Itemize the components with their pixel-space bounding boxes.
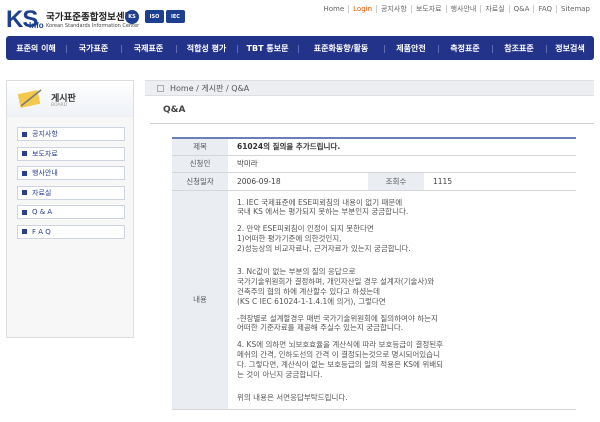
top-link-notice[interactable]: 공지사항 (376, 5, 411, 13)
content-line: 국내 KS 에서는 평가되지 못하는 부분인지 궁금합니다. (237, 207, 409, 217)
post-content: 1. IEC 국제표준에 ESE피뢰침의 내용이 없기 때문에 국내 KS 에서… (228, 190, 576, 411)
nav-item-standardization-trends[interactable]: 표준화동향/활동 (298, 43, 384, 54)
square-bullet-icon (22, 190, 27, 195)
top-link-login[interactable]: Login (348, 5, 376, 13)
square-bullet-icon (22, 170, 27, 176)
content-line: 2)성능상의 비교자료나, 근거자료가 있는지 궁금합니다. (237, 243, 411, 253)
top-link-home[interactable]: Home (319, 5, 348, 13)
top-link-sitemap[interactable]: Sitemap (556, 5, 594, 13)
sidebar-subtitle: BOARD (51, 103, 68, 108)
sidebar-item-library[interactable]: 자료실 (17, 185, 125, 200)
author-label: 신청인 (172, 155, 228, 173)
logo-info: Info (29, 21, 44, 30)
breadcrumb-text: Home / 게시판 / Q&A (170, 83, 250, 93)
post-subject: 61024의 질의을 추가드립니다. (228, 137, 576, 156)
nav-item-info-search[interactable]: 정보검색 (546, 43, 594, 54)
subject-label: 제목 (172, 137, 228, 156)
top-link-library[interactable]: 자료실 (480, 5, 508, 13)
page-title: Q&A (163, 105, 186, 115)
post-date: 2006-09-18 (228, 172, 368, 191)
content-line: -현장별로 설계할경우 매번 국가기술위원회에 질의하여야 하는지 (237, 313, 438, 323)
content-line: 다. 그렇다면, 계산식이 없는 보호등급의 일의 적용은 KS에 위배되 (237, 359, 444, 369)
nav-item-conformity-assessment[interactable]: 적합성 평가 (176, 43, 237, 54)
sidebar-item-press[interactable]: 보도자료 (17, 146, 125, 161)
nav-item-international-standards[interactable]: 국제표준 (121, 43, 176, 54)
sidebar-item-events[interactable]: 행사안내 (17, 166, 125, 180)
ks-cert-icon: KS (125, 10, 139, 24)
nav-item-reference-standards[interactable]: 참조표준 (492, 43, 546, 54)
views-label: 조회수 (368, 172, 424, 191)
sidebar-item-label: 보도자료 (32, 149, 58, 158)
nav-item-national-standards[interactable]: 국가표준 (66, 43, 121, 54)
square-bullet-icon (22, 131, 27, 137)
top-link-events[interactable]: 행사안내 (445, 5, 481, 13)
content-line: 어떠한 기준자료를 제공해 주실수 있는지 궁금합니다. (237, 323, 404, 333)
breadcrumb: Home / 게시판 / Q&A (145, 80, 594, 96)
square-bullet-icon (22, 209, 27, 215)
content-line: 위의 내용은 서면응답부탁드립니다. (237, 393, 348, 403)
sidebar-item-label: 공지사항 (32, 130, 58, 138)
iec-cert-icon: IEC (166, 10, 185, 23)
content-line: 3. Nc값이 없는 부분의 질의 응답으로 (237, 267, 356, 277)
content-line: 는 것이 아닌지 궁금합니다. (237, 369, 323, 379)
sidebar: 게시판 BOARD 공지사항 보도자료 행사안내 자료실 Q & A F A Q (6, 80, 134, 338)
sidebar-item-label: 행사안내 (32, 169, 58, 177)
nav-item-tbt-notification[interactable]: TBT 통보문 (237, 43, 298, 54)
nav-item-measurement-standards[interactable]: 측정표준 (438, 43, 492, 54)
top-utility-links: Home Login 공지사항 보도자료 행사안내 자료실 Q&A FAQ Si… (319, 5, 594, 13)
post-author: 박미라 (228, 155, 576, 173)
title-divider (150, 123, 594, 124)
content-line: 4. KS에 의하면 뇌보호효율을 계산식에 따라 보호등급이 결정된후 (237, 340, 444, 350)
nav-item-standards-intro[interactable]: 표준의 이해 (6, 43, 66, 54)
content-line: 1)어떠한 평가기준에 의한것인지, (237, 233, 342, 243)
sidebar-menu: 공지사항 보도자료 행사안내 자료실 Q & A F A Q (17, 127, 125, 244)
content-line: 메쉬의 간격, 인하도선의 간격 이 결정되는것으로 명시되어있습니 (237, 350, 440, 360)
main-navigation: 표준의 이해 국가표준 국제표준 적합성 평가 TBT 통보문 표준화동향/활동… (6, 36, 594, 60)
home-icon (157, 84, 164, 92)
logo-korean-name: 국가표준종합정보센터 (46, 12, 134, 23)
square-bullet-icon (22, 229, 27, 234)
board-deco-icon (17, 89, 42, 108)
content-label: 내용 (172, 190, 228, 411)
iso-cert-icon: ISO (145, 10, 164, 23)
date-label: 신청일자 (172, 172, 228, 191)
sidebar-item-label: F A Q (32, 227, 51, 236)
top-link-press[interactable]: 보도자료 (410, 5, 446, 13)
sidebar-item-label: Q & A (32, 208, 53, 216)
post-views: 1115 (424, 172, 576, 191)
sidebar-item-notice[interactable]: 공지사항 (17, 127, 125, 141)
post-detail-table: 제목 61024의 질의을 추가드립니다. 신청인 박미라 신청일자 2006-… (172, 137, 576, 411)
logo-english-name: Korean Standards Information Center (46, 23, 140, 29)
sidebar-item-label: 자료실 (32, 188, 52, 197)
top-link-qa[interactable]: Q&A (508, 5, 534, 13)
content-line: 건축주의 협의 하에 계산할수 있다고 하셨는데 (237, 287, 381, 297)
content-line: 국가기술위원회가 결정하며, 개인자산일 경우 설계자(기술사)와 (237, 277, 435, 287)
content-line: 1. IEC 국제표준에 ESE피뢰침의 내용이 없기 때문에 (237, 197, 403, 207)
content-line: (KS C IEC 61024-1-1.4.1에 의거), 그렇다면 (237, 296, 386, 306)
top-link-faq[interactable]: FAQ (533, 5, 556, 13)
nav-item-product-safety[interactable]: 제품안전 (384, 43, 438, 54)
sidebar-item-faq[interactable]: F A Q (17, 224, 125, 239)
sidebar-header: 게시판 BOARD (7, 81, 133, 117)
content-line: 2. 만약 ESE피뢰침이 인정이 되지 못한다면 (237, 224, 374, 234)
sidebar-item-qa[interactable]: Q & A (17, 205, 125, 219)
square-bullet-icon (22, 151, 27, 156)
